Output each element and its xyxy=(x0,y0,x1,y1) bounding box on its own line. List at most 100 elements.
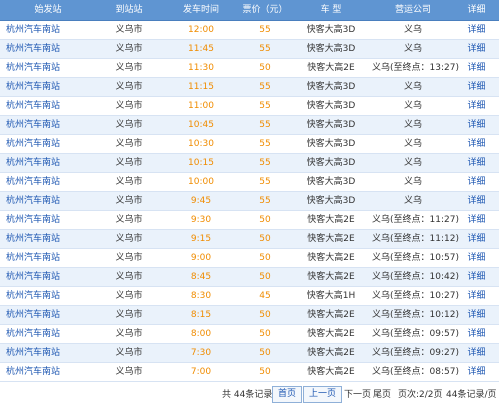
price-cell: 55 xyxy=(259,44,271,54)
departure-time-cell: 7:00 xyxy=(190,367,212,377)
vehicle-type-cell: 快客大高2E xyxy=(307,234,355,244)
vehicle-type-cell: 快客大高2E xyxy=(307,215,355,225)
detail-link[interactable]: 详细 xyxy=(454,78,499,96)
price-cell: 55 xyxy=(259,158,271,168)
detail-link[interactable]: 详细 xyxy=(454,363,499,381)
operator-cell: 义乌 xyxy=(403,25,422,35)
price-cell: 50 xyxy=(259,348,271,358)
detail-link[interactable]: 详细 xyxy=(454,192,499,210)
operator-cell: 义乌 xyxy=(403,44,422,54)
operator-cell: 义乌 xyxy=(403,139,422,149)
destination-cell: 义乌市 xyxy=(115,253,143,263)
operator-cell: 义乌 xyxy=(403,120,422,130)
destination-cell: 义乌市 xyxy=(115,101,143,111)
vehicle-type-cell: 快客大高3D xyxy=(306,44,356,54)
detail-link[interactable]: 详细 xyxy=(454,230,499,248)
price-cell: 50 xyxy=(259,215,271,225)
header-origin: 始发站 xyxy=(34,5,62,15)
vehicle-type-cell: 快客大高2E xyxy=(307,367,355,377)
first-page-button[interactable]: 首页 xyxy=(272,386,303,403)
detail-link[interactable]: 详细 xyxy=(454,211,499,229)
destination-cell: 义乌市 xyxy=(115,272,143,282)
origin-station-link[interactable]: 杭州汽车南站 xyxy=(0,287,102,305)
detail-link[interactable]: 详细 xyxy=(454,59,499,77)
origin-station-link[interactable]: 杭州汽车南站 xyxy=(0,97,102,115)
destination-cell: 义乌市 xyxy=(115,120,143,130)
operator-cell: 义乌 xyxy=(403,196,422,206)
origin-station-link[interactable]: 杭州汽车南站 xyxy=(0,78,102,96)
operator-cell: 义乌(至终点：10:27) xyxy=(372,291,459,301)
detail-link[interactable]: 详细 xyxy=(454,344,499,362)
destination-cell: 义乌市 xyxy=(115,177,143,187)
origin-station-link[interactable]: 杭州汽车南站 xyxy=(0,192,102,210)
operator-cell: 义乌(至终点：11:27) xyxy=(372,215,459,225)
detail-link[interactable]: 详细 xyxy=(454,306,499,324)
origin-station-link[interactable]: 杭州汽车南站 xyxy=(0,230,102,248)
vehicle-type-cell: 快客大高3D xyxy=(306,82,356,92)
table-row: 杭州汽车南站 义乌市 10:15 55 快客大高3D 义乌 详细 xyxy=(0,154,499,173)
vehicle-type-cell: 快客大高2E xyxy=(307,310,355,320)
table-row: 杭州汽车南站 义乌市 12:00 55 快客大高3D 义乌 详细 xyxy=(0,21,499,40)
departure-time-cell: 9:30 xyxy=(190,215,212,225)
detail-link[interactable]: 详细 xyxy=(454,97,499,115)
detail-link[interactable]: 详细 xyxy=(454,287,499,305)
destination-cell: 义乌市 xyxy=(115,291,143,301)
price-cell: 50 xyxy=(259,310,271,320)
operator-cell: 义乌(至终点：11:12) xyxy=(372,234,459,244)
detail-link[interactable]: 详细 xyxy=(454,268,499,286)
origin-station-link[interactable]: 杭州汽车南站 xyxy=(0,344,102,362)
vehicle-type-cell: 快客大高3D xyxy=(306,158,356,168)
table-row: 杭州汽车南站 义乌市 8:15 50 快客大高2E 义乌(至终点：10:12) 详细 xyxy=(0,306,499,325)
departure-time-cell: 10:30 xyxy=(188,139,214,149)
origin-station-link[interactable]: 杭州汽车南站 xyxy=(0,325,102,343)
last-page-link[interactable]: 尾页 xyxy=(373,388,391,402)
operator-cell: 义乌(至终点：08:57) xyxy=(372,367,459,377)
destination-cell: 义乌市 xyxy=(115,25,143,35)
price-cell: 55 xyxy=(259,82,271,92)
price-cell: 50 xyxy=(259,253,271,263)
detail-link[interactable]: 详细 xyxy=(454,325,499,343)
price-cell: 50 xyxy=(259,234,271,244)
prev-page-button[interactable]: 上一页 xyxy=(303,386,343,403)
origin-station-link[interactable]: 杭州汽车南站 xyxy=(0,306,102,324)
origin-station-link[interactable]: 杭州汽车南站 xyxy=(0,173,102,191)
price-cell: 55 xyxy=(259,177,271,187)
vehicle-type-cell: 快客大高3D xyxy=(306,101,356,111)
detail-link[interactable]: 详细 xyxy=(454,116,499,134)
origin-station-link[interactable]: 杭州汽车南站 xyxy=(0,363,102,381)
price-cell: 55 xyxy=(259,120,271,130)
departure-time-cell: 10:45 xyxy=(188,120,214,130)
departure-time-cell: 11:15 xyxy=(188,82,214,92)
price-cell: 50 xyxy=(259,367,271,377)
destination-cell: 义乌市 xyxy=(115,310,143,320)
origin-station-link[interactable]: 杭州汽车南站 xyxy=(0,40,102,58)
next-page-link[interactable]: 下一页 xyxy=(344,388,371,402)
detail-link[interactable]: 详细 xyxy=(454,21,499,39)
operator-cell: 义乌(至终点：09:27) xyxy=(372,348,459,358)
header-price: 票价（元） xyxy=(242,5,288,15)
origin-station-link[interactable]: 杭州汽车南站 xyxy=(0,21,102,39)
header-operator: 营运公司 xyxy=(394,5,431,15)
origin-station-link[interactable]: 杭州汽车南站 xyxy=(0,59,102,77)
price-cell: 45 xyxy=(259,291,271,301)
table-row: 杭州汽车南站 义乌市 10:45 55 快客大高3D 义乌 详细 xyxy=(0,116,499,135)
departure-time-cell: 11:30 xyxy=(188,63,214,73)
table-row: 杭州汽车南站 义乌市 7:00 50 快客大高2E 义乌(至终点：08:57) 详细 xyxy=(0,363,499,382)
header-destination: 到站站 xyxy=(115,5,143,15)
origin-station-link[interactable]: 杭州汽车南站 xyxy=(0,249,102,267)
departure-time-cell: 9:00 xyxy=(190,253,212,263)
origin-station-link[interactable]: 杭州汽车南站 xyxy=(0,154,102,172)
detail-link[interactable]: 详细 xyxy=(454,40,499,58)
origin-station-link[interactable]: 杭州汽车南站 xyxy=(0,211,102,229)
table-header: 始发站 到站站 发车时间 票价（元） 车 型 营运公司 详细 xyxy=(0,0,499,21)
origin-station-link[interactable]: 杭州汽车南站 xyxy=(0,135,102,153)
origin-station-link[interactable]: 杭州汽车南站 xyxy=(0,268,102,286)
origin-station-link[interactable]: 杭州汽车南站 xyxy=(0,116,102,134)
detail-link[interactable]: 详细 xyxy=(454,135,499,153)
detail-link[interactable]: 详细 xyxy=(454,249,499,267)
departure-time-cell: 11:45 xyxy=(188,44,214,54)
detail-link[interactable]: 详细 xyxy=(454,173,499,191)
detail-link[interactable]: 详细 xyxy=(454,154,499,172)
departure-time-cell: 10:15 xyxy=(188,158,214,168)
departure-time-cell: 7:30 xyxy=(190,348,212,358)
